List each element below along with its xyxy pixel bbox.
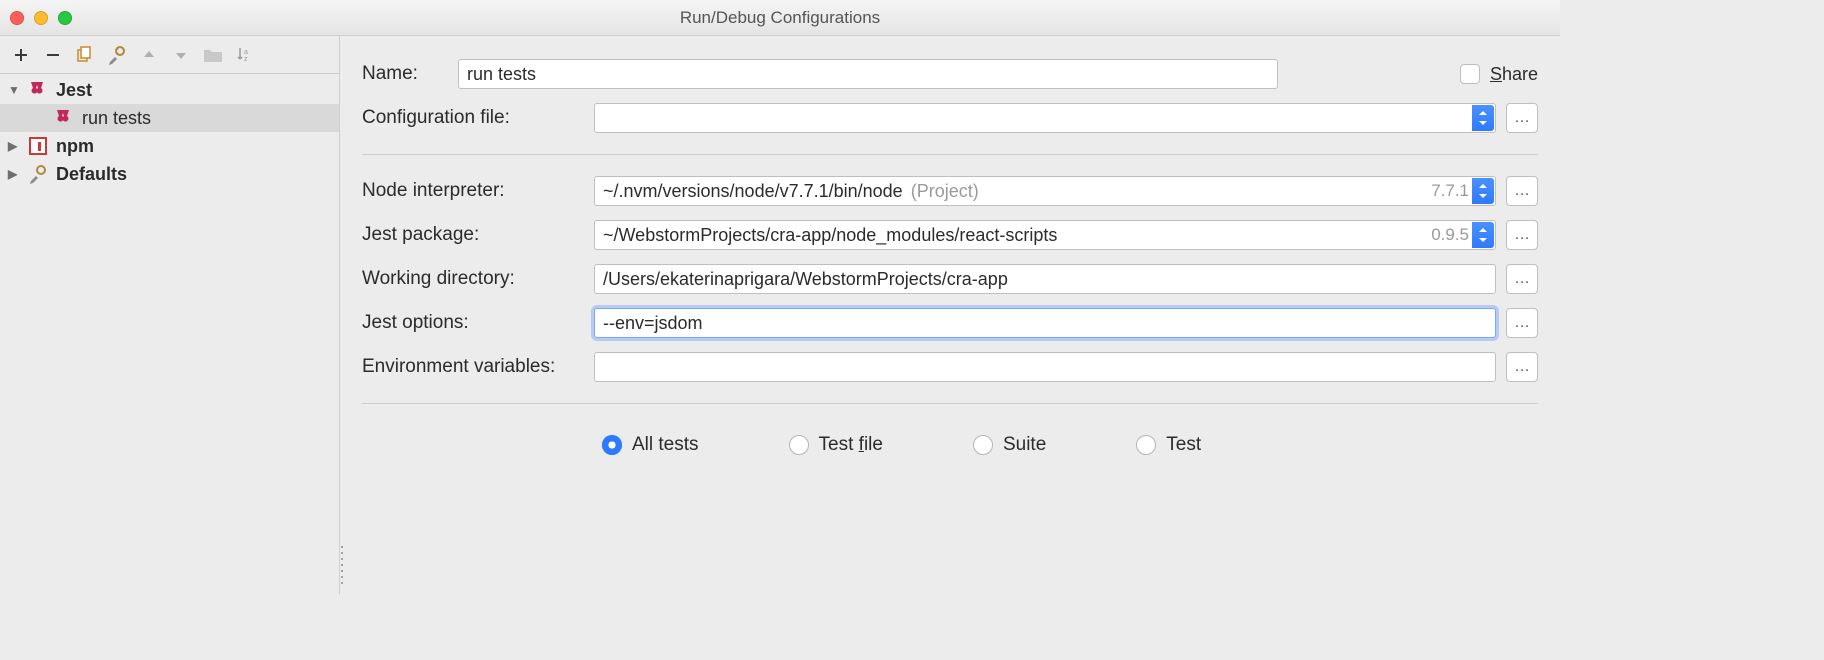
jest-package-label: Jest package: — [362, 224, 578, 246]
sidebar-splitter[interactable] — [339, 36, 345, 594]
node-interpreter-label: Node interpreter: — [362, 180, 578, 202]
create-folder-button[interactable] — [202, 44, 224, 66]
chevron-down-icon[interactable] — [8, 83, 20, 97]
dropdown-chevrons-icon[interactable] — [1472, 178, 1494, 204]
tree-item-jest[interactable]: Jest — [0, 76, 339, 104]
node-interpreter-combo[interactable]: ~/.nvm/versions/node/v7.7.1/bin/node (Pr… — [594, 176, 1496, 206]
radio-bullet-icon — [602, 435, 622, 455]
radio-bullet-icon — [789, 435, 809, 455]
window-title: Run/Debug Configurations — [0, 8, 1560, 28]
svg-text:a: a — [244, 49, 248, 56]
sort-alpha-button[interactable]: az — [234, 44, 256, 66]
close-window-button[interactable] — [10, 11, 24, 25]
tree-item-run-tests[interactable]: run tests — [0, 104, 339, 132]
working-directory-browse-button[interactable]: … — [1506, 264, 1538, 294]
wrench-gear-icon — [28, 164, 48, 184]
dropdown-chevrons-icon[interactable] — [1472, 222, 1494, 248]
test-scope-radiogroup: All tests Test file Suite Test — [362, 418, 1538, 462]
svg-text:z: z — [244, 56, 248, 63]
tree-item-label: run tests — [82, 108, 151, 129]
jest-package-browse-button[interactable]: … — [1506, 220, 1538, 250]
node-interpreter-browse-button[interactable]: … — [1506, 176, 1538, 206]
configurations-tree: Jest run tests npm — [0, 74, 339, 190]
configurations-sidebar: az Jest run tests — [0, 36, 340, 594]
config-file-label: Configuration file: — [362, 107, 578, 129]
tree-item-label: Defaults — [56, 164, 127, 185]
jest-options-expand-button[interactable]: … — [1506, 308, 1538, 338]
env-vars-input[interactable] — [594, 352, 1496, 382]
tree-item-npm[interactable]: npm — [0, 132, 339, 160]
npm-icon — [28, 136, 48, 156]
window-titlebar: Run/Debug Configurations — [0, 0, 1560, 36]
chevron-right-icon[interactable] — [8, 167, 20, 181]
add-configuration-button[interactable] — [10, 44, 32, 66]
config-file-browse-button[interactable]: … — [1506, 103, 1538, 133]
chevron-right-icon[interactable] — [8, 139, 20, 153]
jest-icon — [28, 80, 48, 100]
maximize-window-button[interactable] — [58, 11, 72, 25]
radio-bullet-icon — [1136, 435, 1156, 455]
configuration-form: Name: Share Configuration file: — [340, 36, 1560, 594]
jest-package-value: ~/WebstormProjects/cra-app/node_modules/… — [603, 225, 1057, 246]
radio-label: Test file — [819, 434, 883, 456]
remove-configuration-button[interactable] — [42, 44, 64, 66]
radio-all-tests[interactable]: All tests — [602, 434, 699, 456]
move-down-button[interactable] — [170, 44, 192, 66]
radio-test[interactable]: Test — [1136, 434, 1201, 456]
copy-configuration-button[interactable] — [74, 44, 96, 66]
radio-suite[interactable]: Suite — [973, 434, 1046, 456]
jest-package-version: 0.9.5 — [1431, 225, 1469, 245]
node-interpreter-version: 7.7.1 — [1431, 181, 1469, 201]
node-interpreter-hint: (Project) — [911, 181, 979, 202]
radio-bullet-icon — [973, 435, 993, 455]
radio-label: Suite — [1003, 434, 1046, 456]
radio-label: Test — [1166, 434, 1201, 456]
jest-options-input[interactable] — [594, 308, 1496, 338]
jest-options-label: Jest options: — [362, 312, 578, 334]
window-controls — [10, 11, 72, 25]
jest-package-combo[interactable]: ~/WebstormProjects/cra-app/node_modules/… — [594, 220, 1496, 250]
working-directory-input[interactable] — [594, 264, 1496, 294]
tree-item-label: Jest — [56, 80, 92, 101]
section-divider — [362, 403, 1538, 404]
radio-label: All tests — [632, 434, 699, 456]
jest-icon — [54, 108, 74, 128]
sidebar-toolbar: az — [0, 36, 339, 74]
radio-test-file[interactable]: Test file — [789, 434, 883, 456]
name-input[interactable] — [458, 59, 1278, 89]
tree-item-label: npm — [56, 136, 94, 157]
tree-item-defaults[interactable]: Defaults — [0, 160, 339, 188]
env-vars-label: Environment variables: — [362, 356, 578, 378]
move-up-button[interactable] — [138, 44, 160, 66]
env-vars-edit-button[interactable]: … — [1506, 352, 1538, 382]
share-label: Share — [1490, 64, 1538, 85]
minimize-window-button[interactable] — [34, 11, 48, 25]
node-interpreter-value: ~/.nvm/versions/node/v7.7.1/bin/node — [603, 181, 903, 202]
name-label: Name: — [362, 63, 442, 85]
share-checkbox[interactable] — [1460, 64, 1480, 84]
edit-defaults-button[interactable] — [106, 44, 128, 66]
section-divider — [362, 154, 1538, 155]
working-directory-label: Working directory: — [362, 268, 578, 290]
dropdown-chevrons-icon[interactable] — [1472, 105, 1494, 131]
config-file-combo[interactable] — [594, 103, 1496, 133]
